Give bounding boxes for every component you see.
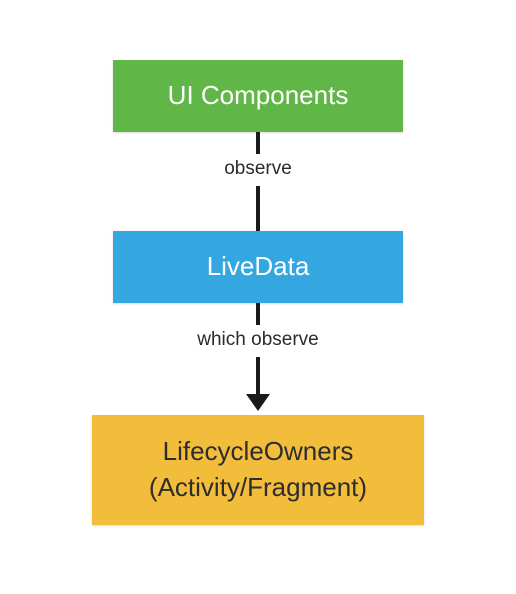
edge-line-icon [256, 303, 260, 325]
node-ui-components-label: UI Components [168, 80, 349, 111]
edge-line-icon [256, 357, 260, 395]
edge-line-icon [256, 132, 260, 154]
node-ui-components: UI Components [113, 60, 403, 132]
edge-observe: observe [224, 132, 292, 231]
edge-which-observe-label: which observe [197, 325, 318, 357]
node-livedata-label: LiveData [207, 251, 310, 282]
edge-observe-label: observe [224, 154, 292, 186]
lifecycle-diagram: UI Components observe LiveData which obs… [92, 30, 424, 565]
node-lifecycle-owners-label: LifecycleOwners(Activity/Fragment) [149, 434, 367, 504]
edge-which-observe: which observe [197, 303, 318, 415]
node-livedata: LiveData [113, 231, 403, 303]
edge-line-icon [256, 186, 260, 231]
arrow-down-icon [246, 394, 270, 411]
node-lifecycle-owners: LifecycleOwners(Activity/Fragment) [92, 415, 424, 525]
